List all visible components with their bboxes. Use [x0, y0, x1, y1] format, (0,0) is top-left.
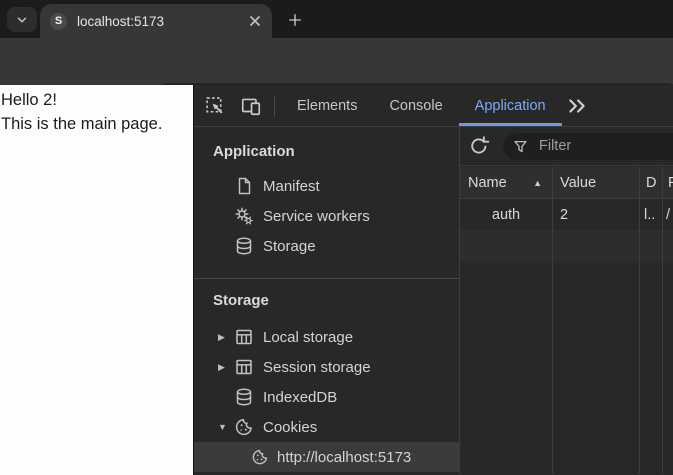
- column-label: P: [668, 175, 673, 191]
- plus-icon: [287, 12, 303, 28]
- tab-list-button[interactable]: [7, 7, 37, 32]
- column-label: Name: [468, 175, 533, 191]
- database-icon: [234, 236, 254, 256]
- sidebar-item-indexeddb[interactable]: IndexedDB: [194, 382, 459, 412]
- sidebar-item-storage[interactable]: Storage: [194, 231, 459, 261]
- column-header-domain[interactable]: D: [639, 167, 662, 198]
- cookie-icon: [251, 448, 269, 466]
- column-header-path[interactable]: P: [662, 167, 673, 198]
- sidebar-item-service-workers[interactable]: Service workers: [194, 201, 459, 231]
- devtools-tab-console[interactable]: Console: [373, 85, 458, 126]
- cookies-pane: Name ▲ Value D P au: [460, 127, 673, 474]
- device-toolbar-button[interactable]: [240, 95, 262, 117]
- collapse-arrow-icon[interactable]: ▼: [218, 422, 234, 432]
- sidebar-item-label: Session storage: [263, 359, 371, 376]
- column-header-value[interactable]: Value: [552, 167, 639, 198]
- devtools-sidebar: Application Manifest Service worker: [194, 127, 460, 474]
- cookie-row-auth[interactable]: auth 2 l.. /: [460, 199, 673, 230]
- table-grid-icon: [234, 357, 254, 377]
- sidebar-item-label: Cookies: [263, 419, 317, 436]
- browser-toolbar: localhost:5173: [0, 38, 673, 85]
- manifest-document-icon: [234, 176, 254, 196]
- sidebar-item-label: Manifest: [263, 178, 320, 195]
- browser-tab[interactable]: S localhost:5173: [40, 4, 272, 38]
- column-divider: [639, 167, 640, 474]
- chevron-down-icon: [15, 13, 29, 27]
- table-header-row: Name ▲ Value D P: [460, 167, 673, 199]
- expand-arrow-icon[interactable]: ▶: [218, 362, 234, 373]
- refresh-icon: [468, 135, 490, 157]
- empty-row-stripe: [460, 230, 673, 261]
- tab-favicon-icon: S: [50, 13, 67, 30]
- cookies-toolbar: [460, 127, 673, 166]
- devtools-tab-application[interactable]: Application: [459, 85, 562, 126]
- filter-input[interactable]: [537, 137, 673, 155]
- sidebar-item-label: IndexedDB: [263, 389, 337, 406]
- cookie-path-cell: /: [662, 199, 673, 230]
- page-content: Hello 2! This is the main page.: [0, 85, 193, 475]
- sort-ascending-icon: ▲: [533, 178, 542, 188]
- service-workers-gears-icon: [234, 206, 254, 226]
- cookie-domain-cell: l..: [639, 199, 662, 230]
- column-header-name[interactable]: Name ▲: [460, 167, 552, 198]
- sidebar-item-cookie-origin[interactable]: http://localhost:5173: [194, 442, 459, 472]
- more-tabs-button[interactable]: [566, 95, 588, 117]
- cookie-name-cell: auth: [460, 199, 552, 230]
- device-toolbar-icon: [240, 95, 262, 117]
- column-label: Value: [560, 175, 596, 191]
- page-heading: Hello 2!: [1, 88, 193, 112]
- tab-close-icon[interactable]: [245, 12, 264, 31]
- devtools-tabstrip: Elements Console Application: [194, 85, 673, 127]
- refresh-button[interactable]: [468, 135, 490, 157]
- database-icon: [234, 387, 254, 407]
- sidebar-item-label: Storage: [263, 238, 316, 255]
- section-application: Application Manifest Service worker: [194, 127, 459, 261]
- column-label: D: [646, 175, 656, 191]
- devtools-panel: Elements Console Application Application…: [193, 85, 673, 475]
- browser-window: S localhost:5173 localhost:5173: [0, 0, 673, 475]
- expand-arrow-icon[interactable]: ▶: [218, 332, 234, 343]
- table-grid-icon: [234, 327, 254, 347]
- new-tab-button[interactable]: [284, 9, 305, 30]
- cookie-icon: [234, 417, 254, 437]
- sidebar-item-manifest[interactable]: Manifest: [194, 171, 459, 201]
- column-divider: [662, 167, 663, 474]
- sidebar-item-label: Service workers: [263, 208, 370, 225]
- section-title-application: Application: [194, 139, 459, 165]
- sidebar-item-label: http://localhost:5173: [277, 449, 411, 466]
- section-title-storage: Storage: [194, 288, 459, 314]
- section-storage: Storage ▶ Local storage ▶ Session sto: [194, 279, 459, 472]
- sidebar-item-session-storage[interactable]: ▶ Session storage: [194, 352, 459, 382]
- column-divider: [552, 167, 553, 474]
- page-body-text: This is the main page.: [1, 112, 193, 136]
- filter-funnel-icon: [513, 139, 528, 154]
- sidebar-item-label: Local storage: [263, 329, 353, 346]
- toolbar-divider: [274, 95, 275, 117]
- tab-title: localhost:5173: [77, 14, 245, 29]
- cookie-value-cell: 2: [552, 199, 639, 230]
- tab-bar: S localhost:5173: [0, 0, 673, 38]
- devtools-tab-elements[interactable]: Elements: [281, 85, 373, 126]
- filter-box[interactable]: [503, 133, 673, 160]
- cookies-table: Name ▲ Value D P au: [460, 167, 673, 474]
- sidebar-item-cookies[interactable]: ▼ Cookies: [194, 412, 459, 442]
- sidebar-item-local-storage[interactable]: ▶ Local storage: [194, 322, 459, 352]
- devtools-body: Application Manifest Service worker: [194, 127, 673, 474]
- double-chevron-icon: [566, 95, 588, 117]
- inspect-icon: [204, 95, 226, 117]
- inspect-element-button[interactable]: [204, 95, 226, 117]
